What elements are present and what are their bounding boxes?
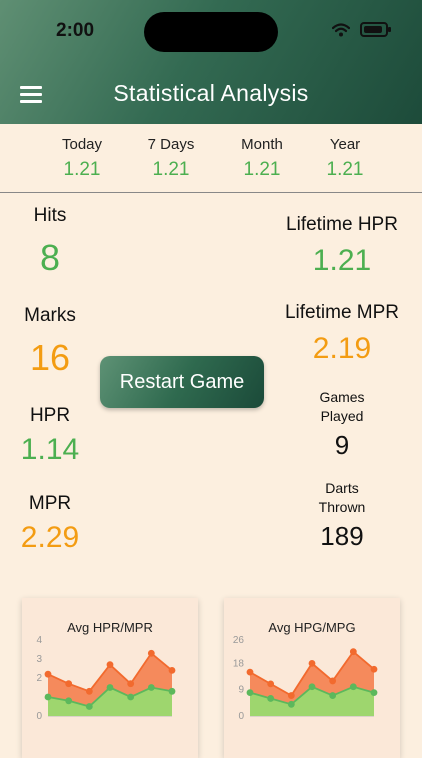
data-point <box>168 667 176 674</box>
hpr-label: HPR <box>29 405 71 426</box>
app-header: 2:00 Statistical Analysis <box>0 0 422 124</box>
data-point <box>106 661 114 669</box>
darts-thrown-stat: Darts Thrown 189 <box>290 479 394 552</box>
y-tick-label: 4 <box>36 635 42 646</box>
status-time: 2:00 <box>56 20 95 41</box>
data-point <box>370 665 378 673</box>
data-point <box>246 668 254 676</box>
data-point <box>65 697 73 705</box>
hits-stat: Hits 8 <box>10 205 90 279</box>
period-value: 1.21 <box>326 159 364 180</box>
y-tick-label: 0 <box>238 711 244 722</box>
hits-value: 8 <box>39 237 61 278</box>
hpr-stat: HPR 1.14 <box>10 405 90 467</box>
period-label: Year <box>329 136 361 153</box>
y-tick-label: 26 <box>233 635 245 646</box>
data-point <box>267 695 275 702</box>
data-point <box>370 689 378 697</box>
y-tick-label: 3 <box>36 654 42 665</box>
status-icons <box>332 22 391 37</box>
period-value: 1.21 <box>63 159 101 180</box>
data-point <box>127 693 135 701</box>
darts-thrown-label: Darts <box>325 480 359 496</box>
games-played-label: Games <box>319 389 365 405</box>
y-tick-label: 2 <box>36 673 42 684</box>
lifetime-hpr-stat: Lifetime HPR 1.21 <box>272 214 412 278</box>
lifetime-mpr-stat: Lifetime MPR 2.19 <box>272 302 412 366</box>
data-point <box>147 649 155 657</box>
hits-label: Hits <box>33 205 67 226</box>
period-value: 1.21 <box>243 159 281 180</box>
marks-value: 16 <box>29 337 71 378</box>
lifetime-mpr-label: Lifetime MPR <box>284 302 400 323</box>
data-point <box>287 692 295 699</box>
data-point <box>44 693 52 701</box>
y-tick-label: 0 <box>36 711 42 722</box>
period-today: Today 1.21 <box>42 136 122 181</box>
data-point <box>85 703 93 710</box>
period-summary: Today 1.21 7 Days 1.21 Month 1.21 Year 1… <box>0 124 422 193</box>
lifetime-mpr-value: 2.19 <box>312 332 372 365</box>
darts-thrown-value: 189 <box>320 521 364 551</box>
period-7-days: 7 Days 1.21 <box>131 136 211 181</box>
dynamic-island <box>144 12 278 52</box>
data-point <box>106 684 114 691</box>
period-year: Year 1.21 <box>305 136 385 181</box>
data-point <box>147 684 155 691</box>
data-point <box>267 680 275 688</box>
period-label: 7 Days <box>147 136 195 153</box>
data-point <box>44 670 52 678</box>
period-label: Month <box>241 136 283 153</box>
marks-stat: Marks 16 <box>10 305 90 379</box>
data-point <box>349 683 357 691</box>
data-point <box>85 687 93 695</box>
mpr-label: MPR <box>28 493 72 514</box>
y-tick-label: 18 <box>233 658 245 669</box>
data-point <box>168 687 176 695</box>
restart-game-button[interactable]: Restart Game <box>100 356 264 408</box>
data-point <box>127 680 135 688</box>
lifetime-hpr-value: 1.21 <box>312 244 372 277</box>
hpr-mpr-chart: 0 2 3 4 <box>36 635 176 722</box>
data-point <box>349 648 357 656</box>
marks-label: Marks <box>24 305 76 326</box>
battery-icon <box>360 22 391 37</box>
data-point <box>308 659 316 667</box>
games-played-value: 9 <box>334 430 350 460</box>
data-point <box>246 689 254 697</box>
mpr-value: 2.29 <box>20 521 80 554</box>
games-played-stat: Games Played 9 <box>290 388 394 461</box>
period-label: Today <box>61 136 103 153</box>
period-month: Month 1.21 <box>222 136 302 181</box>
hpr-value: 1.14 <box>20 433 80 466</box>
data-point <box>329 692 337 699</box>
data-point <box>287 700 295 708</box>
mpr-stat: MPR 2.29 <box>10 493 90 555</box>
lifetime-hpr-label: Lifetime HPR <box>286 214 398 235</box>
hpg-mpg-chart: 0 9 18 26 <box>233 635 378 722</box>
data-point <box>329 677 337 685</box>
games-played-label-2: Played <box>320 408 364 424</box>
y-tick-label: 9 <box>238 685 244 696</box>
hpr-mpr-chart-card: Avg HPR/MPR 0234 <box>22 598 198 758</box>
data-point <box>308 683 316 691</box>
period-value: 1.21 <box>152 159 190 180</box>
wifi-icon <box>332 22 350 36</box>
hpg-mpg-chart-card: Avg HPG/MPG 0 9 18 26 <box>224 598 400 758</box>
data-point <box>65 680 73 688</box>
page-title: Statistical Analysis <box>113 80 309 106</box>
darts-thrown-label-2: Thrown <box>318 499 366 515</box>
